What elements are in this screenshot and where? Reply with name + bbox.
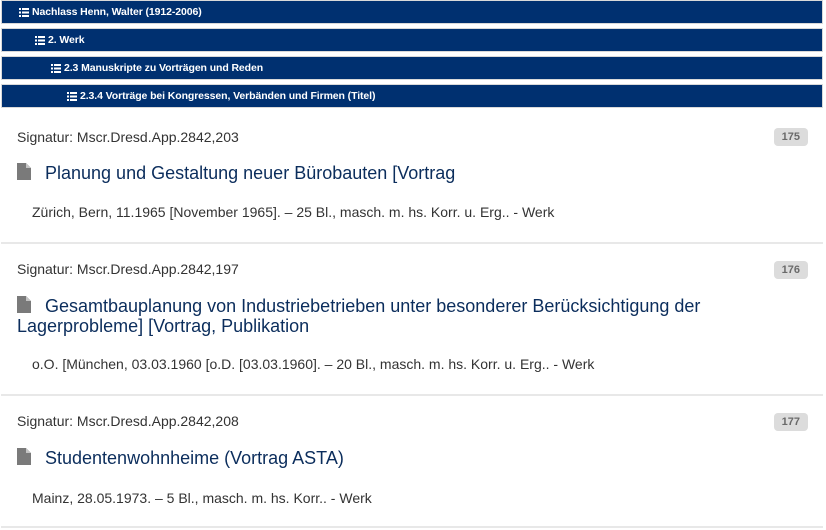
breadcrumb-label: 2.3 Manuskripte zu Vorträgen und Reden [64,62,264,74]
record-title: Planung und Gestaltung neuer Bürobauten … [45,163,456,183]
record-number-badge: 176 [773,261,808,279]
record-list: Signatur: Mscr.Dresd.App.2842,203 175 Pl… [1,110,823,528]
breadcrumb-item-vortraege[interactable]: 2.3.4 Vorträge bei Kongressen, Verbänden… [1,84,823,108]
document-icon [17,448,31,465]
signature: Signatur: Mscr.Dresd.App.2842,203 [17,129,239,145]
list-item[interactable]: Signatur: Mscr.Dresd.App.2842,208 177 St… [1,396,823,528]
breadcrumb-label: 2. Werk [48,34,85,46]
breadcrumb-item-werk[interactable]: 2. Werk [1,28,823,52]
list-icon [67,91,77,101]
record-title-link[interactable]: Gesamtbauplanung von Industriebetrieben … [17,296,783,336]
breadcrumb-item-nachlass[interactable]: Nachlass Henn, Walter (1912-2006) [1,0,823,24]
record-meta: Zürich, Bern, 11.1965 [November 1965]. –… [32,204,555,220]
list-icon [35,35,45,45]
breadcrumb-label: Nachlass Henn, Walter (1912-2006) [32,6,202,18]
record-number-badge: 177 [773,413,808,431]
breadcrumb-label: 2.3.4 Vorträge bei Kongressen, Verbänden… [80,90,376,102]
breadcrumb-item-manuskripte[interactable]: 2.3 Manuskripte zu Vorträgen und Reden [1,56,823,80]
record-title: Studentenwohnheime (Vortrag ASTA) [45,448,344,468]
list-icon [19,7,29,17]
signature: Signatur: Mscr.Dresd.App.2842,208 [17,413,239,429]
record-title: Gesamtbauplanung von Industriebetrieben … [17,296,701,336]
record-title-link[interactable]: Planung und Gestaltung neuer Bürobauten … [17,163,783,183]
record-number-badge: 175 [773,128,808,146]
record-meta: Mainz, 28.05.1973. – 5 Bl., masch. m. hs… [32,490,372,506]
list-item[interactable]: Signatur: Mscr.Dresd.App.2842,197 176 Ge… [1,244,823,396]
list-item[interactable]: Signatur: Mscr.Dresd.App.2842,203 175 Pl… [1,110,823,244]
document-icon [17,296,31,313]
list-icon [51,63,61,73]
record-title-link[interactable]: Studentenwohnheime (Vortrag ASTA) [17,448,783,468]
record-meta: o.O. [München, 03.03.1960 [o.D. [03.03.1… [32,356,595,372]
document-icon [17,163,31,180]
signature: Signatur: Mscr.Dresd.App.2842,197 [17,261,239,277]
